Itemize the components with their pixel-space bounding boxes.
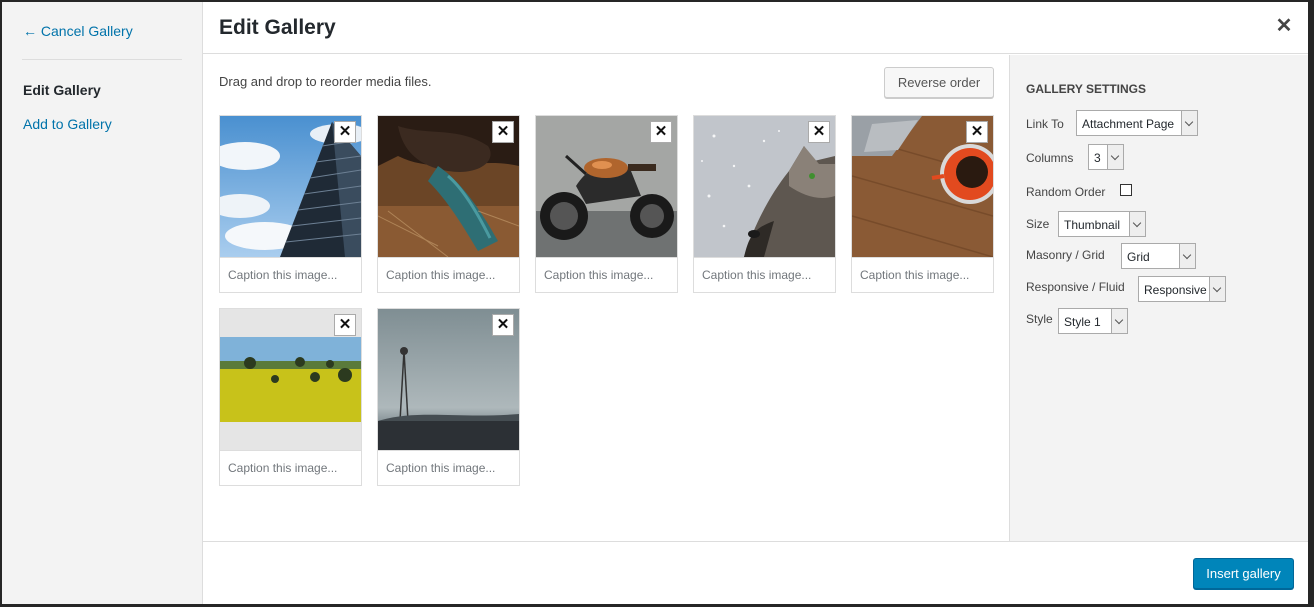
menu-item-edit-gallery[interactable]: Edit Gallery [23,82,101,98]
columns-select[interactable]: 3 [1088,144,1124,170]
style-value: Style 1 [1064,315,1101,329]
chevron-down-icon [1129,212,1145,236]
responsive-fluid-label: Responsive / Fluid [1026,280,1125,294]
gallery-item[interactable]: ✕ Caption this image... [377,115,520,293]
random-order-label: Random Order [1026,185,1106,199]
remove-icon[interactable]: ✕ [808,121,830,143]
instructions-text: Drag and drop to reorder media files. [219,74,432,89]
close-icon[interactable]: ✕ [1274,16,1294,36]
chevron-down-icon [1181,111,1197,135]
caption-input[interactable]: Caption this image... [220,257,361,292]
link-to-select[interactable]: Attachment Page [1076,110,1198,136]
media-modal: ← Cancel Gallery Edit Gallery Add to Gal… [2,2,1308,604]
chevron-down-icon [1107,145,1123,169]
remove-icon[interactable]: ✕ [492,121,514,143]
remove-icon[interactable]: ✕ [966,121,988,143]
caption-input[interactable]: Caption this image... [220,450,361,485]
responsive-fluid-value: Responsive [1144,283,1207,297]
settings-heading: Gallery Settings [1026,82,1147,96]
size-value: Thumbnail [1064,218,1121,232]
modal-title-bar: Edit Gallery ✕ [203,2,1308,54]
chevron-down-icon [1179,244,1195,268]
chevron-down-icon [1111,309,1127,333]
style-label: Style [1026,312,1053,326]
gallery-content: Drag and drop to reorder media files. Re… [203,55,1009,541]
media-menu: ← Cancel Gallery Edit Gallery Add to Gal… [2,2,203,604]
size-label: Size [1026,217,1050,231]
columns-label: Columns [1026,151,1074,165]
masonry-grid-value: Grid [1127,250,1150,264]
gallery-item[interactable]: ✕ Caption this image... [851,115,994,293]
chevron-down-icon [1209,277,1225,301]
cancel-gallery-link[interactable]: ← Cancel Gallery [23,23,133,39]
window-frame: ← Cancel Gallery Edit Gallery Add to Gal… [0,0,1314,607]
modal-title: Edit Gallery [219,16,336,39]
caption-input[interactable]: Caption this image... [378,257,519,292]
gallery-item[interactable]: ✕ Caption this image... [693,115,836,293]
style-select[interactable]: Style 1 [1058,308,1128,334]
random-order-checkbox[interactable] [1120,184,1132,196]
menu-separator [22,59,182,60]
link-to-label: Link To [1026,117,1064,131]
menu-item-add-to-gallery[interactable]: Add to Gallery [23,116,112,132]
remove-icon[interactable]: ✕ [334,314,356,336]
caption-input[interactable]: Caption this image... [852,257,993,292]
gallery-settings-panel: Gallery Settings Link To Attachment Page… [1009,55,1308,541]
gallery-item[interactable]: ✕ Caption this image... [377,308,520,486]
reverse-order-button[interactable]: Reverse order [884,67,994,98]
modal-footer: Insert gallery [203,541,1308,604]
caption-input[interactable]: Caption this image... [378,450,519,485]
insert-gallery-button[interactable]: Insert gallery [1193,558,1294,589]
link-to-value: Attachment Page [1082,117,1175,131]
remove-icon[interactable]: ✕ [650,121,672,143]
responsive-fluid-select[interactable]: Responsive [1138,276,1226,302]
gallery-item[interactable]: ✕ Caption this image... [219,115,362,293]
remove-icon[interactable]: ✕ [492,314,514,336]
gallery-item[interactable]: ✕ Caption this image... [219,308,362,486]
size-select[interactable]: Thumbnail [1058,211,1146,237]
masonry-grid-select[interactable]: Grid [1121,243,1196,269]
columns-value: 3 [1094,151,1101,165]
remove-icon[interactable]: ✕ [334,121,356,143]
caption-input[interactable]: Caption this image... [694,257,835,292]
caption-input[interactable]: Caption this image... [536,257,677,292]
masonry-grid-label: Masonry / Grid [1026,248,1105,262]
gallery-item[interactable]: ✕ Caption this image... [535,115,678,293]
